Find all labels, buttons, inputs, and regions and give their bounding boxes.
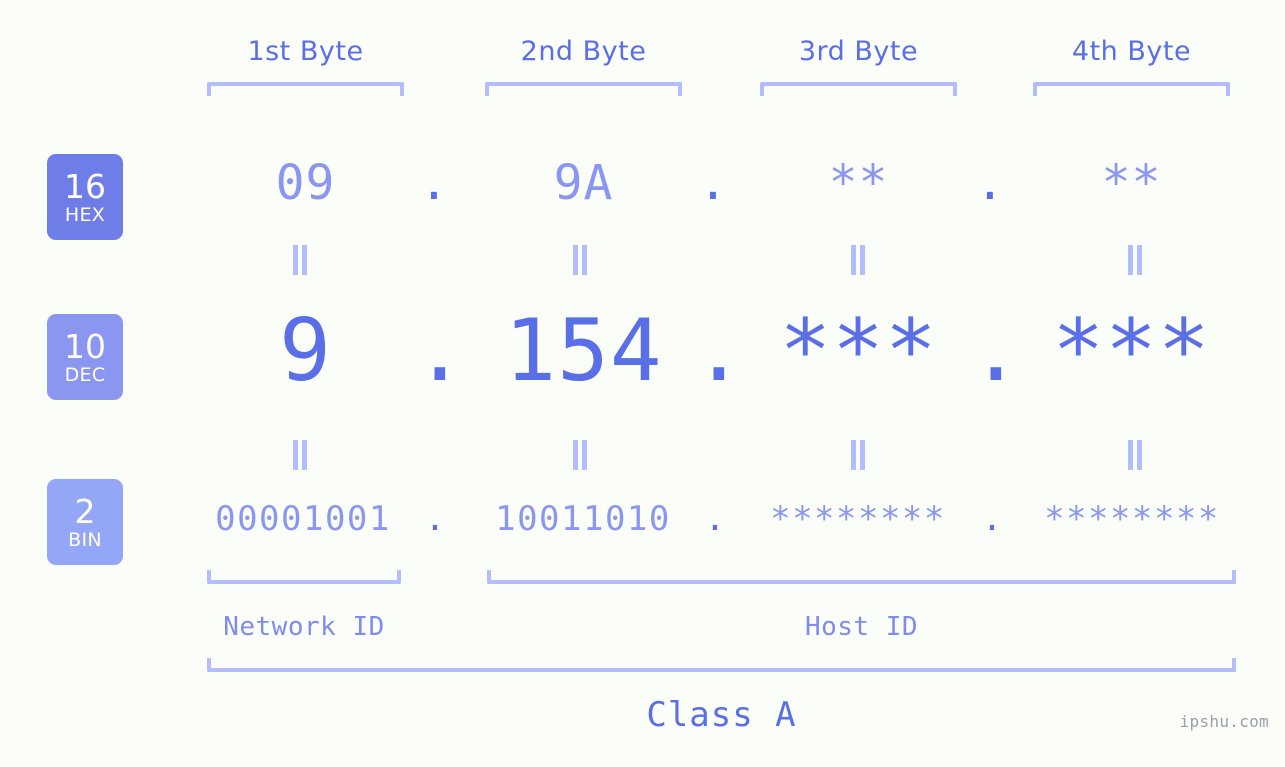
bin-byte-4-value: ******** — [1044, 499, 1220, 539]
dec-byte-3-value: *** — [779, 301, 938, 401]
byte-bracket-2 — [485, 82, 682, 96]
hex-byte-1-value: 09 — [275, 155, 336, 211]
hex-separator-1: . — [419, 155, 449, 211]
equals-mark-dec-bin-4 — [1124, 440, 1146, 470]
equals-mark-dec-bin-2 — [569, 440, 591, 470]
radix-badge-dec-word: DEC — [64, 363, 106, 386]
dec-separator-1: . — [414, 301, 466, 401]
hex-separator-2: . — [698, 155, 728, 211]
hex-byte-2-value: 9A — [553, 155, 614, 211]
equals-mark-dec-bin-1 — [289, 440, 311, 470]
byte-bracket-3 — [760, 82, 957, 96]
radix-badge-bin: 2 BIN — [47, 479, 123, 565]
radix-badge-hex: 16 HEX — [47, 154, 123, 240]
host-id-bracket — [487, 570, 1236, 584]
radix-badge-hex-number: 16 — [64, 166, 106, 206]
radix-badge-bin-word: BIN — [68, 528, 102, 551]
equals-mark-hex-dec-2 — [569, 245, 591, 275]
byte-bracket-4 — [1033, 82, 1230, 96]
radix-badge-bin-number: 2 — [74, 491, 96, 531]
network-id-bracket — [207, 570, 401, 584]
dec-separator-3: . — [970, 301, 1022, 401]
class-bracket — [207, 658, 1236, 672]
radix-badge-dec-number: 10 — [64, 326, 106, 366]
radix-badge-dec: 10 DEC — [47, 314, 123, 400]
dec-separator-2: . — [693, 301, 745, 401]
dec-byte-4-value: *** — [1052, 301, 1211, 401]
host-id-label: Host ID — [804, 612, 919, 642]
bin-byte-3-value: ******** — [770, 499, 946, 539]
equals-mark-hex-dec-4 — [1124, 245, 1146, 275]
byte-header-2: 2nd Byte — [520, 36, 647, 67]
hex-byte-4-value: ** — [1101, 155, 1162, 211]
byte-header-3: 3rd Byte — [798, 36, 919, 67]
class-label: Class A — [646, 695, 797, 735]
equals-mark-dec-bin-3 — [847, 440, 869, 470]
bin-byte-2-value: 10011010 — [495, 499, 671, 539]
equals-mark-hex-dec-3 — [847, 245, 869, 275]
hex-separator-3: . — [975, 155, 1005, 211]
dec-byte-2-value: 154 — [504, 301, 663, 401]
equals-mark-hex-dec-1 — [289, 245, 311, 275]
radix-badge-hex-word: HEX — [64, 203, 106, 226]
hex-byte-3-value: ** — [828, 155, 889, 211]
bin-separator-3: . — [981, 499, 1003, 539]
bin-separator-1: . — [424, 499, 446, 539]
bin-byte-1-value: 00001001 — [215, 499, 391, 539]
watermark: ipshu.com — [1179, 712, 1269, 731]
byte-header-1: 1st Byte — [247, 36, 364, 67]
ip-byte-breakdown-diagram: 1st Byte 2nd Byte 3rd Byte 4th Byte 16 H… — [0, 0, 1285, 767]
dec-byte-1-value: 9 — [279, 301, 332, 401]
byte-header-4: 4th Byte — [1071, 36, 1192, 67]
byte-bracket-1 — [207, 82, 404, 96]
bin-separator-2: . — [704, 499, 726, 539]
network-id-label: Network ID — [223, 612, 385, 642]
